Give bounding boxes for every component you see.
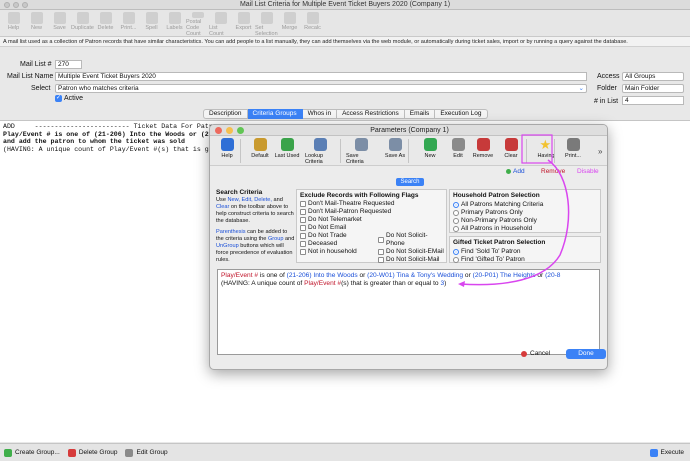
annotation-arrow-path [459, 159, 570, 286]
annotation-arrow-head [458, 281, 465, 287]
annotation-arrow [458, 134, 570, 287]
having-highlight-box [521, 134, 553, 164]
